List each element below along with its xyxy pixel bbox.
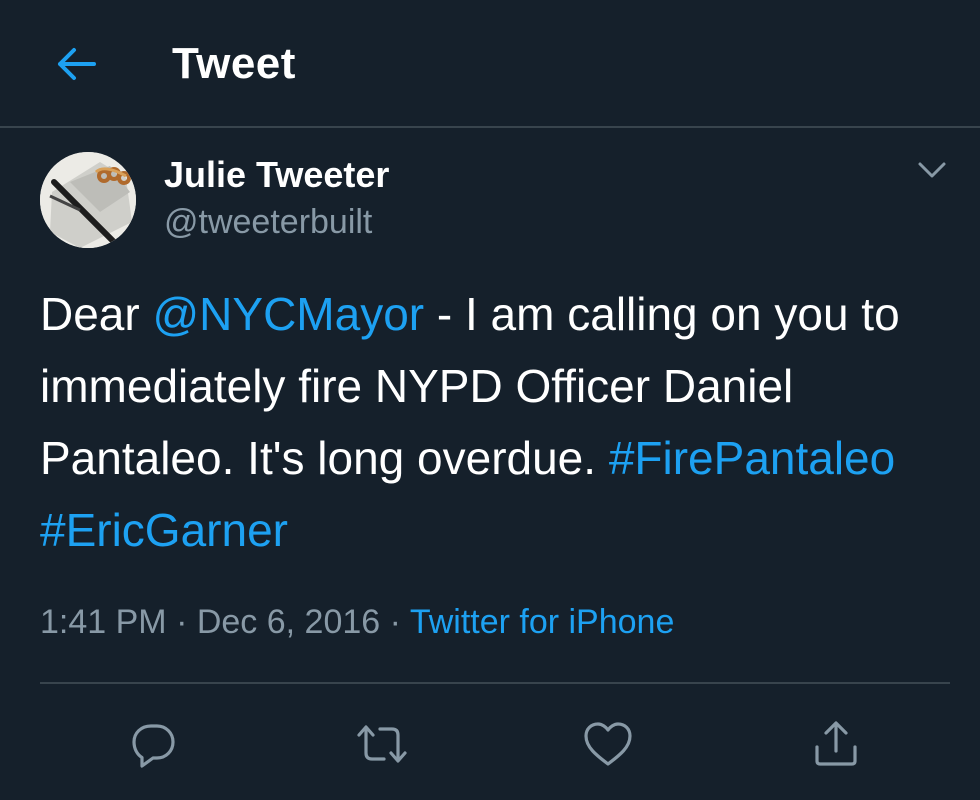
like-button[interactable] <box>580 716 636 772</box>
retweet-icon <box>357 725 407 763</box>
tweet-time: 1:41 PM <box>40 603 167 641</box>
avatar-image <box>40 152 136 248</box>
mention-link[interactable]: @NYCMayor <box>152 288 424 340</box>
retweet-button[interactable] <box>354 716 410 772</box>
top-bar: Tweet <box>0 0 980 128</box>
share-icon <box>815 721 857 766</box>
share-button[interactable] <box>808 716 864 772</box>
chevron-down-icon <box>918 162 946 178</box>
meta-separator: · <box>166 603 197 641</box>
tweet-detail-screen: Tweet Julie Tweeter @tweeterbuilt Dear @… <box>0 0 980 800</box>
tweet-text: Dear @NYCMayor - I am calling on you to … <box>40 278 960 566</box>
reply-button[interactable] <box>126 716 182 772</box>
meta-separator: · <box>380 603 410 641</box>
tweet-source-link[interactable]: Twitter for iPhone <box>410 603 675 641</box>
heart-icon <box>584 722 632 766</box>
tweet-meta: 1:41 PM · Dec 6, 2016 · Twitter for iPho… <box>40 600 674 644</box>
reply-icon <box>132 724 175 768</box>
hashtag-link[interactable]: #FirePantaleo <box>609 432 895 484</box>
page-title: Tweet <box>172 39 296 88</box>
back-button[interactable] <box>48 36 104 92</box>
author-handle[interactable]: @tweeterbuilt <box>164 202 372 242</box>
more-options-button[interactable] <box>908 150 956 190</box>
tweet-date: Dec 6, 2016 <box>196 603 381 641</box>
author-name[interactable]: Julie Tweeter <box>164 154 389 196</box>
hashtag-link[interactable]: #EricGarner <box>40 504 288 556</box>
arrow-left-icon <box>58 48 96 80</box>
tweet-text-segment: Dear <box>40 288 153 340</box>
divider <box>40 682 950 684</box>
avatar[interactable] <box>40 152 136 248</box>
